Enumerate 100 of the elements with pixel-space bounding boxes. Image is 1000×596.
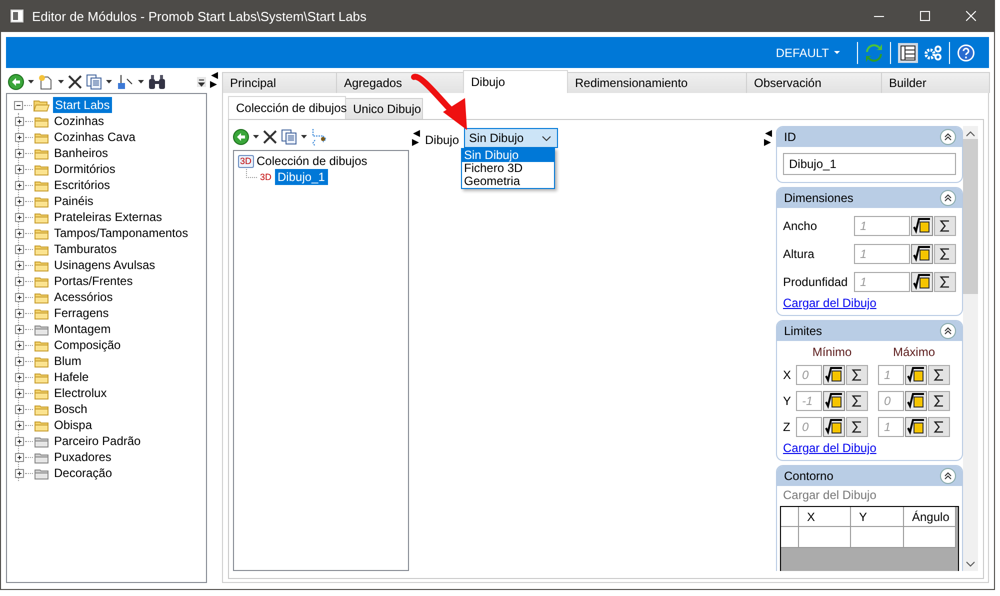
- expand-icon[interactable]: [15, 340, 24, 350]
- tree-item[interactable]: Decoração: [52, 465, 114, 481]
- expand-icon[interactable]: [15, 324, 24, 334]
- collapse-icon[interactable]: [940, 323, 956, 339]
- tab[interactable]: Observación: [746, 72, 882, 93]
- max-field[interactable]: 1: [878, 417, 904, 437]
- tree-item[interactable]: Escritórios: [52, 177, 112, 193]
- caret-icon[interactable]: [106, 80, 112, 84]
- expand-icon[interactable]: [15, 244, 24, 254]
- tree-item[interactable]: Obispa: [52, 417, 94, 433]
- toolbar-overflow-icon[interactable]: [197, 77, 206, 87]
- new-document-icon[interactable]: [38, 74, 54, 90]
- copy-icon[interactable]: [281, 128, 297, 144]
- caret-icon[interactable]: [58, 80, 64, 84]
- sum-button-icon[interactable]: [928, 417, 950, 437]
- dropdown-option[interactable]: Fichero 3D: [462, 162, 554, 175]
- sum-button-icon[interactable]: [846, 365, 868, 385]
- dropdown-option[interactable]: Sin Dibujo: [462, 149, 554, 162]
- collapse-icon[interactable]: [940, 468, 956, 484]
- back-icon[interactable]: [233, 128, 249, 144]
- profile-dropdown[interactable]: DEFAULT: [776, 46, 840, 60]
- load-link[interactable]: Cargar del Dibujo: [783, 441, 876, 455]
- caret-icon[interactable]: [253, 134, 259, 138]
- max-field[interactable]: 0: [878, 391, 904, 411]
- collapse-icon[interactable]: [940, 190, 956, 206]
- scrollbar[interactable]: [963, 126, 978, 571]
- expand-icon[interactable]: [15, 452, 24, 462]
- dimension-field[interactable]: 1: [854, 272, 910, 292]
- min-field[interactable]: 0: [796, 365, 822, 385]
- help-icon[interactable]: [957, 44, 975, 62]
- caret-icon[interactable]: [28, 80, 34, 84]
- tree-item[interactable]: Blum: [52, 353, 84, 369]
- formula-button-icon[interactable]: [823, 417, 845, 437]
- expand-icon[interactable]: [15, 420, 24, 430]
- formula-button-icon[interactable]: [905, 391, 927, 411]
- tree-item[interactable]: Dibujo_1: [274, 169, 328, 185]
- tab[interactable]: Redimensionamiento: [567, 72, 747, 93]
- scroll-up-icon[interactable]: [966, 131, 975, 137]
- dropdown-option[interactable]: Geometria: [462, 175, 554, 188]
- tree-item[interactable]: Hafele: [52, 369, 91, 385]
- expand-icon[interactable]: [15, 164, 24, 174]
- expand-icon[interactable]: [15, 372, 24, 382]
- sum-button-icon[interactable]: [928, 391, 950, 411]
- tree-item[interactable]: Bosch: [52, 401, 90, 417]
- delete-icon[interactable]: [263, 130, 277, 144]
- tree-item[interactable]: Cozinhas: [52, 113, 106, 129]
- tree-item[interactable]: Puxadores: [52, 449, 114, 465]
- tab[interactable]: Builder: [881, 72, 990, 93]
- dotted-node-icon[interactable]: [311, 128, 329, 146]
- tree-item[interactable]: Dormitórios: [52, 161, 118, 177]
- sum-button-icon[interactable]: [846, 417, 868, 437]
- min-field[interactable]: 0: [796, 417, 822, 437]
- tree-item[interactable]: Composição: [52, 337, 123, 353]
- expand-icon[interactable]: [15, 276, 24, 286]
- scroll-down-icon[interactable]: [966, 561, 975, 567]
- min-field[interactable]: -1: [796, 391, 822, 411]
- tree-item[interactable]: Painéis: [52, 193, 96, 209]
- tab[interactable]: Unico Dibujo: [345, 98, 423, 119]
- collapse-icon[interactable]: [940, 129, 956, 145]
- tab[interactable]: Agregados: [336, 72, 464, 93]
- tree-item[interactable]: Banheiros: [52, 145, 110, 161]
- expand-icon[interactable]: [15, 436, 24, 446]
- expand-icon[interactable]: [15, 356, 24, 366]
- expand-icon[interactable]: [15, 260, 24, 270]
- expand-icon[interactable]: [15, 132, 24, 142]
- tree-item[interactable]: Cozinhas Cava: [52, 129, 138, 145]
- delete-icon[interactable]: [68, 75, 82, 89]
- expand-icon[interactable]: [15, 308, 24, 318]
- tree-item[interactable]: Ferragens: [52, 305, 111, 321]
- formula-button-icon[interactable]: [823, 391, 845, 411]
- formula-button-icon[interactable]: [911, 272, 933, 292]
- collapse-icon[interactable]: [14, 100, 23, 110]
- copy-icon[interactable]: [86, 74, 102, 90]
- formula-button-icon[interactable]: [823, 365, 845, 385]
- layout-icon[interactable]: [898, 42, 918, 62]
- tree-item[interactable]: Prateleiras Externas: [52, 209, 164, 225]
- splitter-arrows-icon[interactable]: [210, 72, 218, 88]
- sum-button-icon[interactable]: [934, 216, 956, 236]
- sort-icon[interactable]: [116, 74, 134, 90]
- dimension-field[interactable]: 1: [854, 244, 910, 264]
- formula-button-icon[interactable]: [905, 365, 927, 385]
- expand-icon[interactable]: [15, 212, 24, 222]
- formula-button-icon[interactable]: [905, 417, 927, 437]
- expand-icon[interactable]: [15, 228, 24, 238]
- splitter-arrows-icon[interactable]: [764, 130, 772, 146]
- max-field[interactable]: 1: [878, 365, 904, 385]
- tab[interactable]: Dibujo: [463, 70, 568, 93]
- drawing-dropdown[interactable]: Sin Dibujo: [464, 128, 558, 148]
- expand-icon[interactable]: [15, 180, 24, 190]
- tree-item[interactable]: Colección de dibujos: [256, 153, 368, 169]
- expand-icon[interactable]: [15, 196, 24, 206]
- tab[interactable]: Colección de dibujos: [228, 96, 346, 119]
- expand-icon[interactable]: [15, 116, 24, 126]
- dimension-field[interactable]: 1: [854, 216, 910, 236]
- sum-button-icon[interactable]: [846, 391, 868, 411]
- back-icon[interactable]: [8, 74, 24, 90]
- id-field[interactable]: Dibujo_1: [783, 153, 956, 175]
- tree-item[interactable]: Montagem: [52, 321, 113, 337]
- tree-item[interactable]: Parceiro Padrão: [52, 433, 143, 449]
- tree-item[interactable]: Start Labs: [53, 97, 112, 113]
